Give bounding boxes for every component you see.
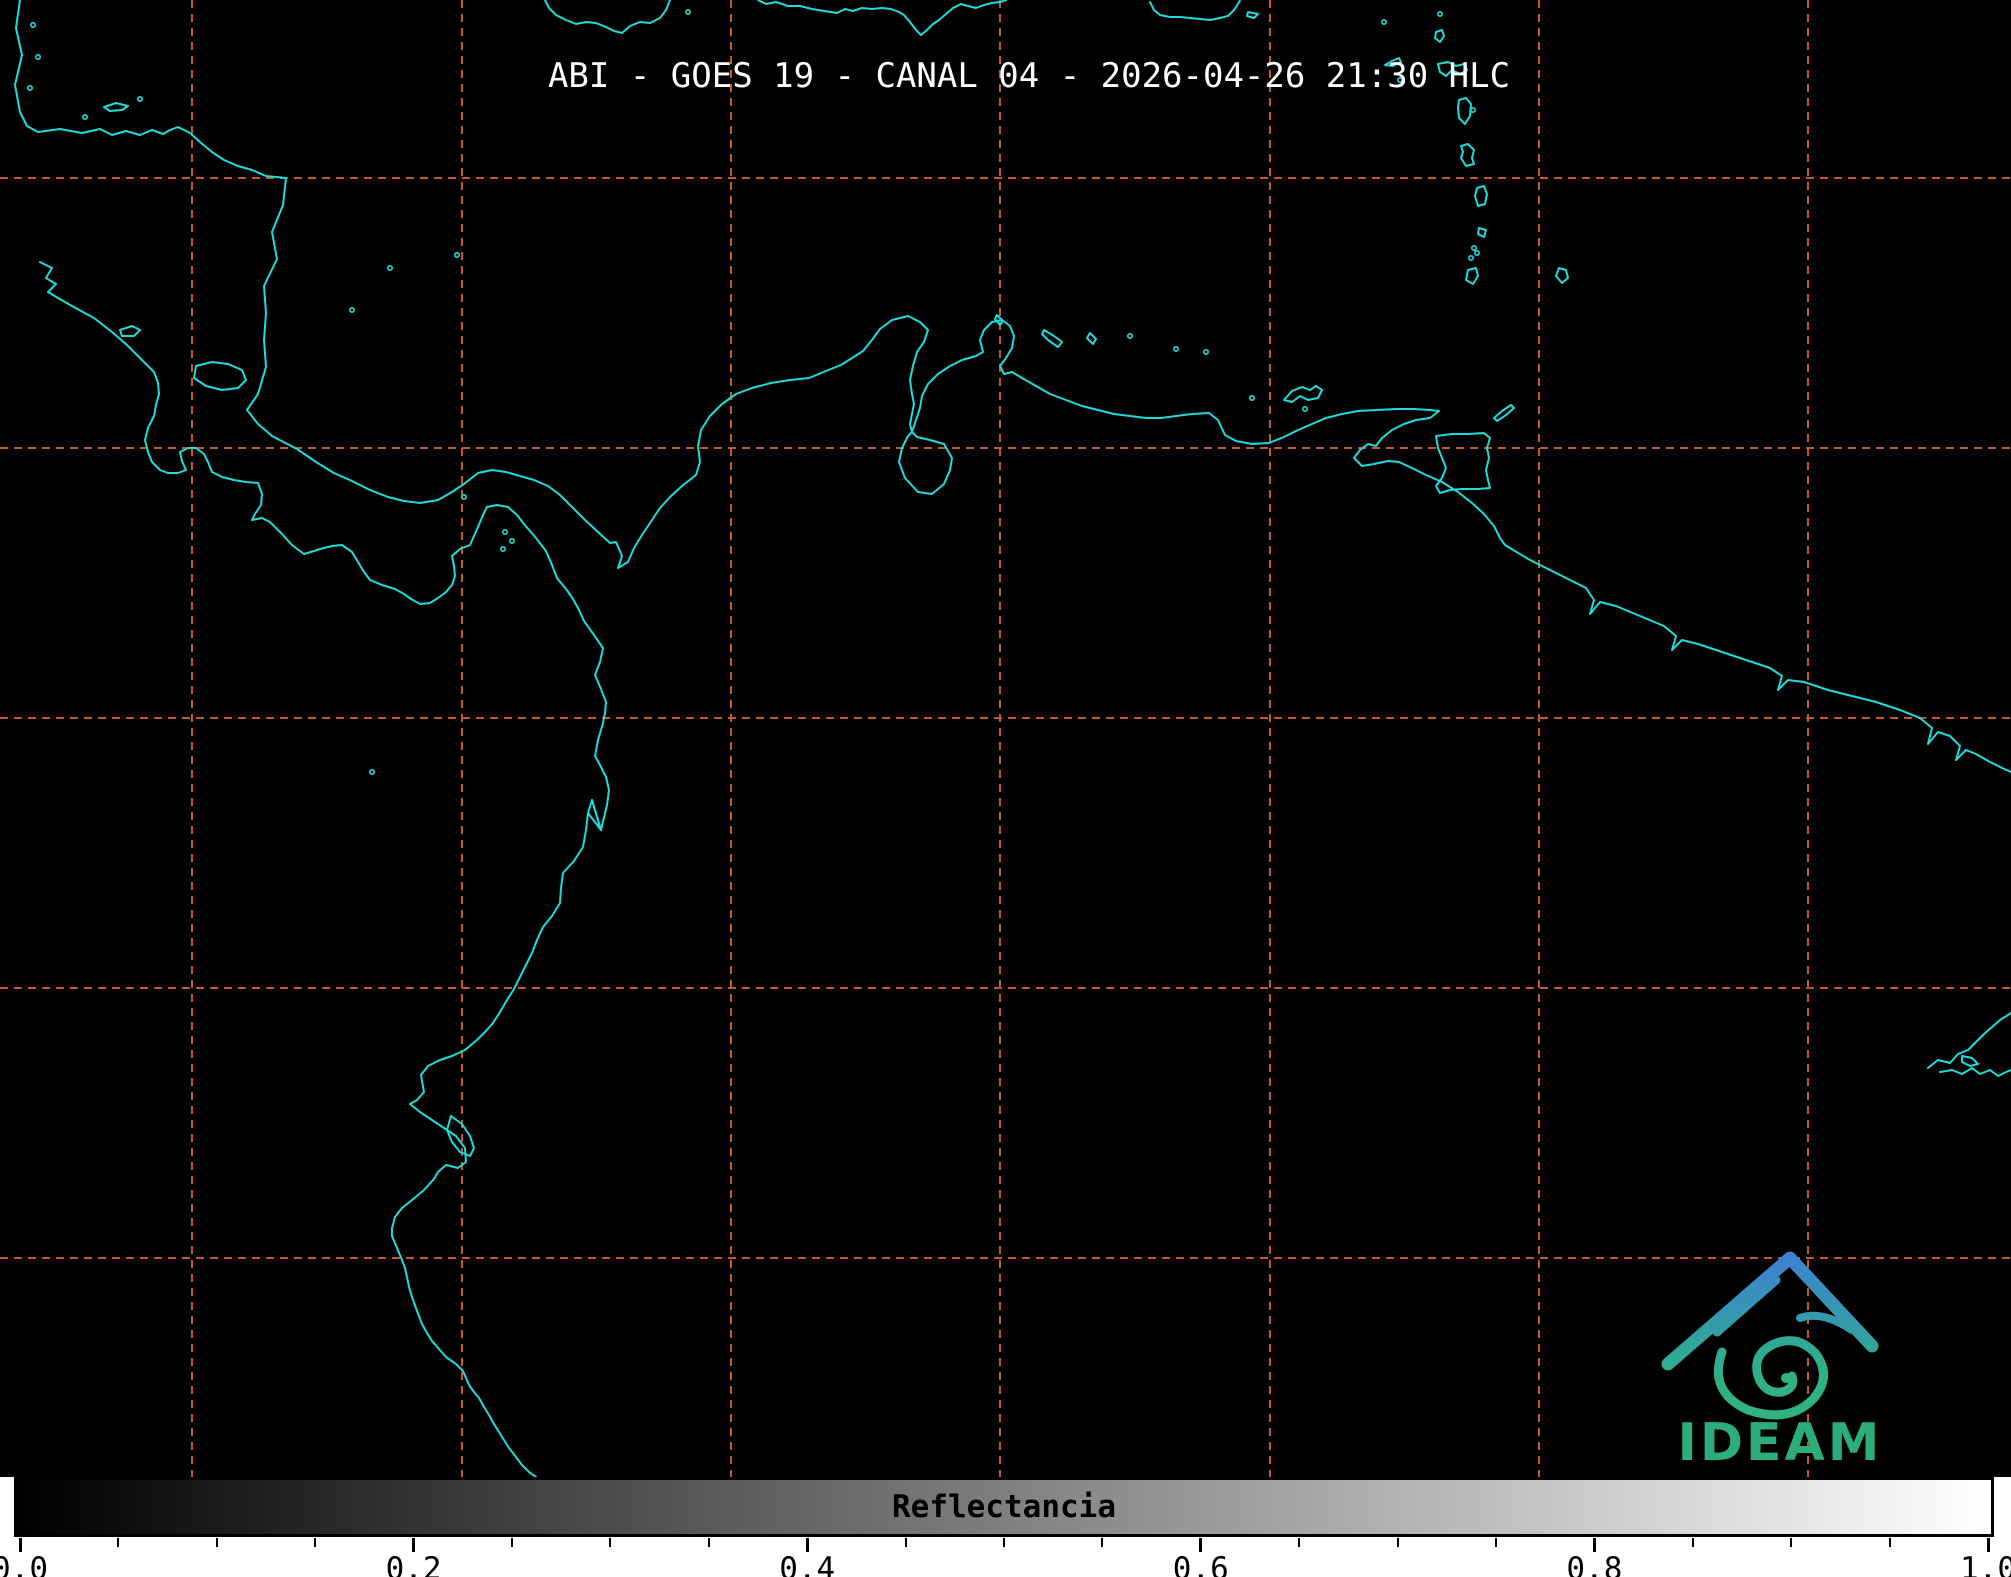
colorbar-major-tick	[1593, 1538, 1596, 1552]
coastline	[545, 0, 670, 33]
satellite-map: ABI - GOES 19 - CANAL 04 - 2026-04-26 21…	[0, 0, 2011, 1477]
colorbar-major-tick	[1987, 1538, 1990, 1552]
colorbar-tick-label: 0.6	[1173, 1551, 1229, 1577]
colorbar-minor-tick	[1101, 1538, 1103, 1547]
colorbar-minor-tick	[511, 1538, 513, 1547]
islet	[503, 530, 507, 534]
coastline	[194, 362, 246, 390]
coastline	[447, 1116, 474, 1156]
islet	[36, 55, 40, 59]
islet	[1475, 251, 1479, 255]
colorbar-strip: Reflectancia 0.0 0.2 0.4 0.6 0.8 1.0	[0, 1477, 2011, 1577]
coastline	[120, 326, 140, 336]
coastline	[1962, 1056, 1978, 1066]
colorbar-minor-tick	[609, 1538, 611, 1547]
logo-hurricane-spiral-icon	[1718, 1341, 1823, 1415]
colorbar-label: Reflectancia	[17, 1480, 1991, 1534]
colorbar-tick-label: 0.8	[1566, 1551, 1622, 1577]
islet	[1303, 407, 1307, 411]
reflectance-colorbar: Reflectancia	[14, 1477, 1994, 1537]
coastline	[1087, 333, 1096, 344]
islet	[462, 495, 466, 499]
islet	[1174, 347, 1178, 351]
coastline	[104, 103, 128, 111]
islet	[510, 539, 514, 543]
colorbar-major-tick	[412, 1538, 415, 1552]
islet	[370, 770, 374, 774]
colorbar-major-tick	[1199, 1538, 1202, 1552]
islet	[1128, 334, 1132, 338]
islet	[28, 86, 32, 90]
colorbar-minor-tick	[1889, 1538, 1891, 1547]
coastline	[1284, 386, 1322, 402]
colorbar-minor-tick	[1003, 1538, 1005, 1547]
colorbar-minor-tick	[1790, 1538, 1792, 1547]
small-islands	[28, 10, 1479, 774]
islet	[388, 266, 392, 270]
colorbar-major-tick	[806, 1538, 809, 1552]
colorbar-minor-tick	[1397, 1538, 1399, 1547]
colorbar-minor-tick	[708, 1538, 710, 1547]
islet	[1472, 246, 1476, 250]
islet	[1469, 256, 1473, 260]
image-title: ABI - GOES 19 - CANAL 04 - 2026-04-26 21…	[548, 56, 1510, 96]
colorbar-tick-label: 1.0	[1960, 1551, 2011, 1577]
islet	[1382, 20, 1386, 24]
islet	[350, 308, 354, 312]
islet	[455, 253, 459, 257]
coastline	[1928, 1013, 2011, 1068]
coastline	[1435, 30, 1444, 42]
coastline	[1458, 98, 1471, 124]
coastline	[1042, 330, 1062, 347]
colorbar-minor-tick	[1495, 1538, 1497, 1547]
colorbar-minor-tick	[1298, 1538, 1300, 1547]
coastline	[1478, 228, 1486, 237]
logo-wordmark: IDEAM	[1677, 1413, 1882, 1473]
coastline	[1475, 186, 1487, 206]
coastline	[1556, 268, 1568, 283]
satellite-image-viewer: ABI - GOES 19 - CANAL 04 - 2026-04-26 21…	[0, 0, 2011, 1577]
islet	[686, 10, 690, 14]
islet	[83, 115, 87, 119]
coastline	[1494, 405, 1514, 421]
islet	[31, 23, 35, 27]
islet	[1471, 108, 1475, 112]
islet	[138, 97, 142, 101]
colorbar-minor-tick	[117, 1538, 119, 1547]
ideam-logo: IDEAM	[1640, 1230, 1920, 1480]
coastline	[392, 813, 601, 1477]
colorbar-tick-label: 0.0	[0, 1551, 48, 1577]
islet	[501, 547, 505, 551]
coastline	[1461, 144, 1474, 166]
islet	[1204, 350, 1208, 354]
colorbar-tick-label: 0.4	[779, 1551, 835, 1577]
coastline	[40, 262, 609, 830]
colorbar-major-tick	[19, 1538, 22, 1552]
colorbar-minor-tick	[216, 1538, 218, 1547]
coastline	[758, 0, 1006, 35]
colorbar-minor-tick	[1692, 1538, 1694, 1547]
coastline	[15, 0, 2011, 772]
coastline	[1466, 268, 1478, 284]
colorbar-minor-tick	[905, 1538, 907, 1547]
islet	[1250, 396, 1254, 400]
islet	[1438, 12, 1442, 16]
coastline	[1940, 1068, 2011, 1076]
colorbar-minor-tick	[314, 1538, 316, 1547]
coastline	[1150, 0, 1240, 20]
colorbar-tick-label: 0.2	[386, 1551, 442, 1577]
coastline	[1247, 12, 1258, 18]
